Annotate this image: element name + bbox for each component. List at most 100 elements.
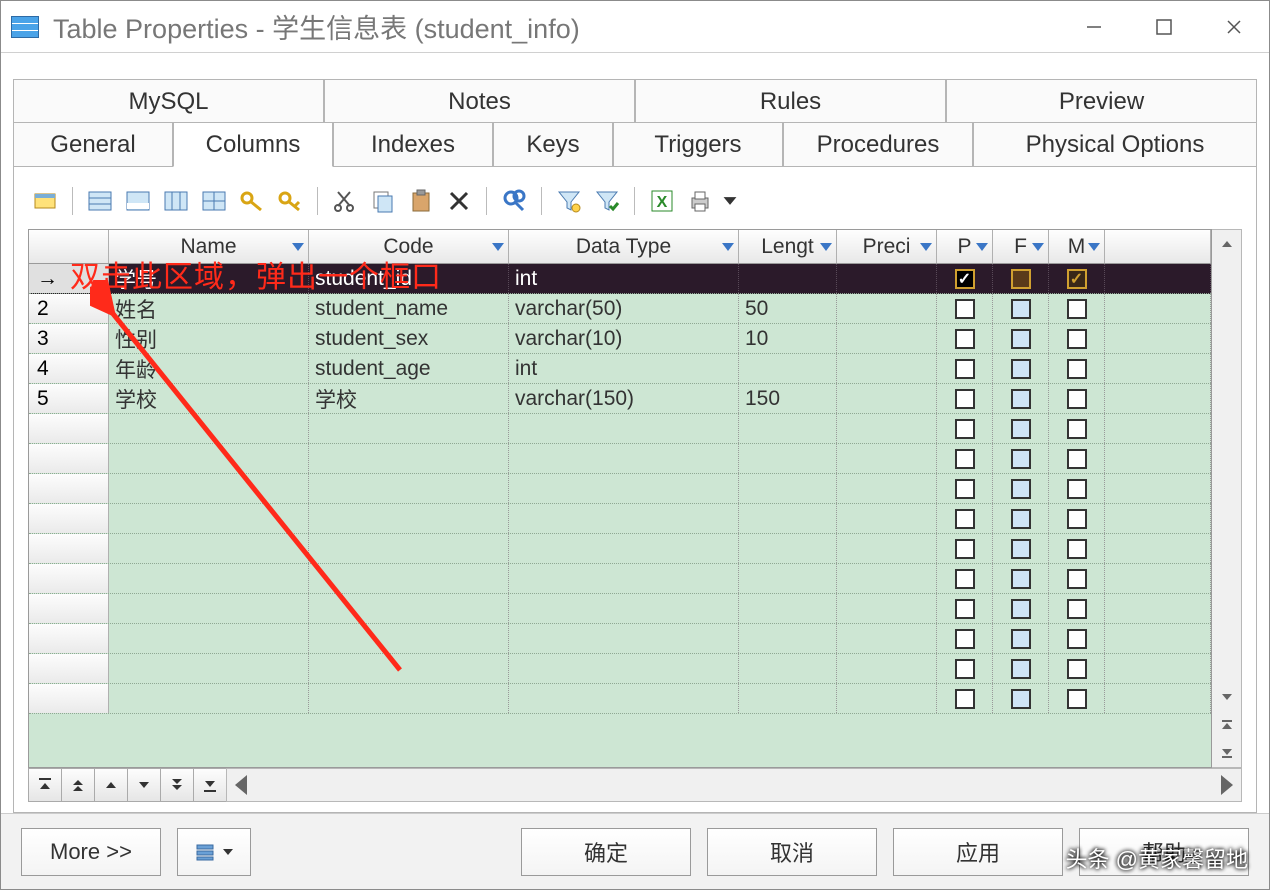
dropdown-icon[interactable] <box>820 243 832 251</box>
cell-f[interactable] <box>993 354 1049 383</box>
cell-m[interactable] <box>1049 324 1105 353</box>
grid-body[interactable]: →学号student_idint2姓名student_namevarchar(5… <box>29 264 1211 767</box>
cell-precision[interactable] <box>837 294 937 323</box>
table-row-empty[interactable] <box>29 444 1211 474</box>
header-length[interactable]: Lengt <box>739 230 837 263</box>
row-number[interactable] <box>29 474 109 503</box>
close-button[interactable] <box>1199 1 1269 53</box>
move-top-icon[interactable] <box>28 768 62 802</box>
dropdown-icon[interactable] <box>976 243 988 251</box>
move-down-icon[interactable] <box>127 768 161 802</box>
checkbox-f[interactable] <box>1011 389 1031 409</box>
checkbox-f[interactable] <box>1011 509 1031 529</box>
cell-p[interactable] <box>937 294 993 323</box>
checkbox-p[interactable] <box>955 359 975 379</box>
checkbox-f[interactable] <box>1011 449 1031 469</box>
tab-mysql[interactable]: MySQL <box>13 79 324 123</box>
scroll-top-icon[interactable] <box>1212 711 1241 739</box>
table-row-empty[interactable] <box>29 624 1211 654</box>
cell-precision[interactable] <box>837 384 937 413</box>
copy-icon[interactable] <box>366 184 400 218</box>
cell-code[interactable]: student_age <box>309 354 509 383</box>
row-number[interactable] <box>29 654 109 683</box>
table-row-empty[interactable] <box>29 504 1211 534</box>
table-row-empty[interactable] <box>29 654 1211 684</box>
checkbox-m[interactable] <box>1067 659 1087 679</box>
help-button[interactable]: 帮助 <box>1079 828 1249 876</box>
excel-icon[interactable]: X <box>645 184 679 218</box>
table-row-empty[interactable] <box>29 414 1211 444</box>
checkbox-m[interactable] <box>1067 269 1087 289</box>
cell-datatype[interactable]: int <box>509 354 739 383</box>
cell-name[interactable]: 学号 <box>109 264 309 293</box>
cell-code[interactable]: 学校 <box>309 384 509 413</box>
checkbox-f[interactable] <box>1011 329 1031 349</box>
maximize-button[interactable] <box>1129 1 1199 53</box>
row-number[interactable] <box>29 684 109 713</box>
row-number[interactable]: 5 <box>29 384 109 413</box>
cancel-button[interactable]: 取消 <box>707 828 877 876</box>
checkbox-f[interactable] <box>1011 599 1031 619</box>
cell-code[interactable]: student_name <box>309 294 509 323</box>
columns-grid[interactable]: Name Code Data Type Lengt Preci P F M →学… <box>28 229 1212 768</box>
row-number[interactable] <box>29 444 109 473</box>
cell-p[interactable] <box>937 324 993 353</box>
checkbox-p[interactable] <box>955 449 975 469</box>
checkbox-p[interactable] <box>955 539 975 559</box>
checkbox-p[interactable] <box>955 479 975 499</box>
checkbox-p[interactable] <box>955 269 975 289</box>
checkbox-f[interactable] <box>1011 269 1031 289</box>
tab-procedures[interactable]: Procedures <box>783 122 973 166</box>
print-icon[interactable] <box>683 184 717 218</box>
cell-m[interactable] <box>1049 264 1105 293</box>
table-row[interactable]: 4年龄student_ageint <box>29 354 1211 384</box>
dropdown-arrow-icon[interactable] <box>721 184 739 218</box>
checkbox-p[interactable] <box>955 299 975 319</box>
cell-code[interactable]: student_id <box>309 264 509 293</box>
checkbox-f[interactable] <box>1011 659 1031 679</box>
cell-precision[interactable] <box>837 324 937 353</box>
cut-icon[interactable] <box>328 184 362 218</box>
cell-length[interactable]: 10 <box>739 324 837 353</box>
row-number[interactable] <box>29 594 109 623</box>
header-m[interactable]: M <box>1049 230 1105 263</box>
checkbox-f[interactable] <box>1011 539 1031 559</box>
checkbox-p[interactable] <box>955 419 975 439</box>
cell-name[interactable]: 年龄 <box>109 354 309 383</box>
dropdown-icon[interactable] <box>920 243 932 251</box>
move-up-icon[interactable] <box>94 768 128 802</box>
row-number[interactable] <box>29 534 109 563</box>
tab-preview[interactable]: Preview <box>946 79 1257 123</box>
row-number[interactable] <box>29 414 109 443</box>
checkbox-f[interactable] <box>1011 629 1031 649</box>
checkbox-m[interactable] <box>1067 599 1087 619</box>
checkbox-f[interactable] <box>1011 299 1031 319</box>
cell-p[interactable] <box>937 264 993 293</box>
checkbox-p[interactable] <box>955 389 975 409</box>
apply-button[interactable]: 应用 <box>893 828 1063 876</box>
table-row-empty[interactable] <box>29 684 1211 714</box>
checkbox-p[interactable] <box>955 689 975 709</box>
checkbox-m[interactable] <box>1067 689 1087 709</box>
checkbox-m[interactable] <box>1067 329 1087 349</box>
checkbox-p[interactable] <box>955 659 975 679</box>
customize-button[interactable] <box>177 828 251 876</box>
tab-rules[interactable]: Rules <box>635 79 946 123</box>
table-row-empty[interactable] <box>29 564 1211 594</box>
checkbox-m[interactable] <box>1067 479 1087 499</box>
cell-length[interactable]: 50 <box>739 294 837 323</box>
dropdown-icon[interactable] <box>1032 243 1044 251</box>
tab-columns[interactable]: Columns <box>173 122 333 167</box>
tab-keys[interactable]: Keys <box>493 122 613 166</box>
cell-f[interactable] <box>993 384 1049 413</box>
checkbox-m[interactable] <box>1067 569 1087 589</box>
table-row-empty[interactable] <box>29 474 1211 504</box>
delete-icon[interactable] <box>442 184 476 218</box>
header-rownum[interactable] <box>29 230 109 263</box>
move-bottom-icon[interactable] <box>193 768 227 802</box>
insert-row-icon[interactable] <box>83 184 117 218</box>
tab-triggers[interactable]: Triggers <box>613 122 783 166</box>
cell-datatype[interactable]: varchar(50) <box>509 294 739 323</box>
vertical-scrollbar[interactable] <box>1212 229 1242 768</box>
checkbox-m[interactable] <box>1067 419 1087 439</box>
